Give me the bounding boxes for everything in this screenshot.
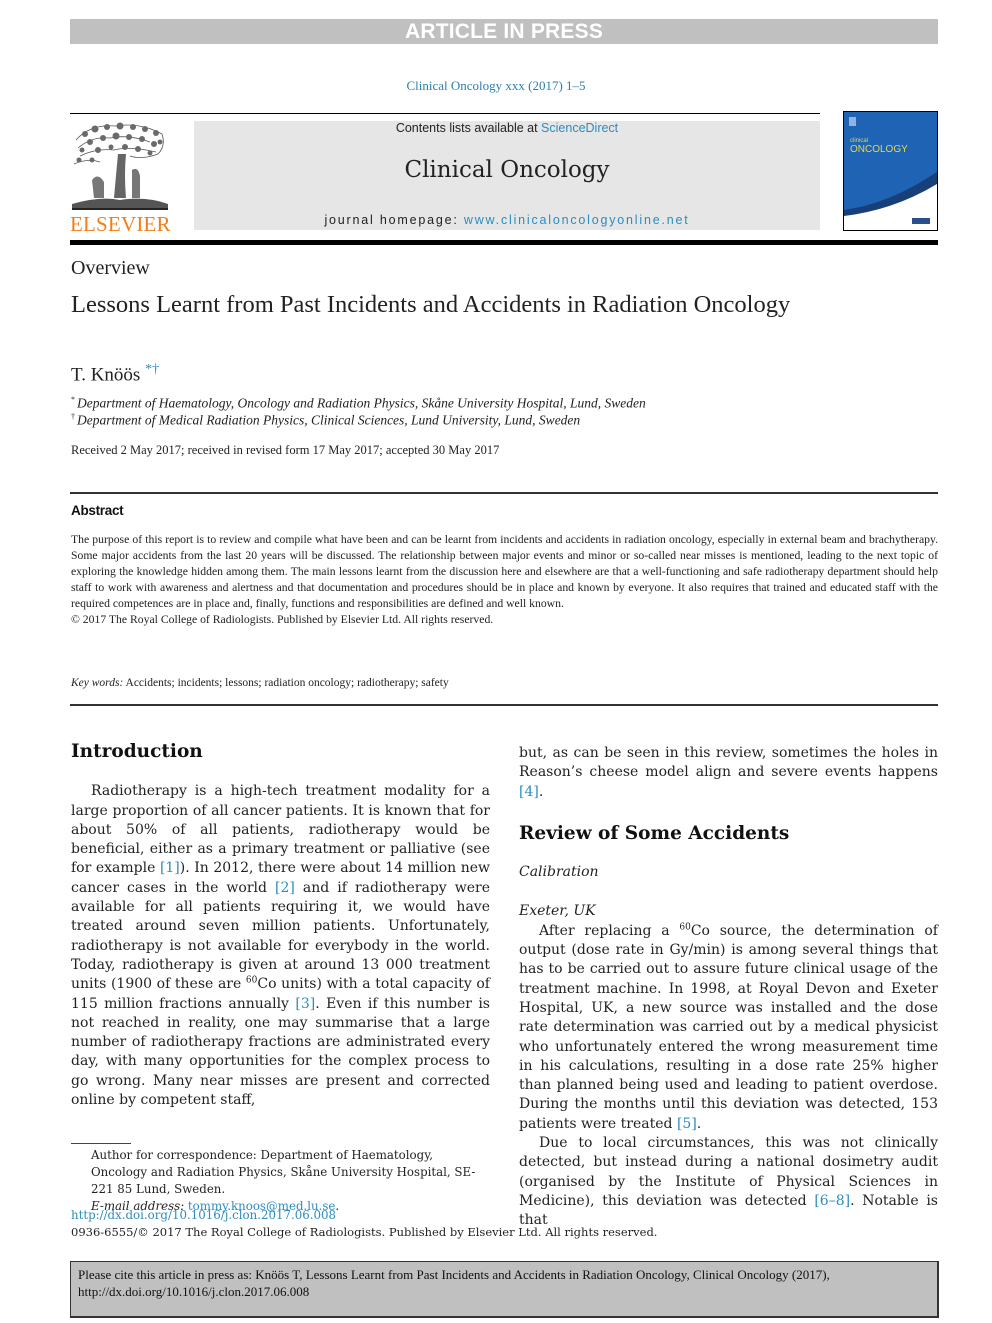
text-run: . Even if this number is not reached in … <box>71 995 490 1109</box>
reference-link-4[interactable]: [4] <box>519 784 539 800</box>
text-run: . <box>538 783 544 800</box>
audit-paragraph: Due to local circumstances, this was not… <box>519 1134 938 1230</box>
elsevier-logo[interactable]: ELSEVIER <box>70 120 171 236</box>
affiliation-text: Department of Medical Radiation Physics,… <box>77 412 581 428</box>
contents-available-line: Contents lists available at ScienceDirec… <box>194 121 820 135</box>
cover-title-large: ONCOLOGY <box>850 144 908 155</box>
left-column: Introduction Radiotherapy is a high-tech… <box>71 742 490 1110</box>
keywords-label: Key words: <box>71 677 124 689</box>
exeter-paragraph: After replacing a 60Co source, the deter… <box>519 922 938 1134</box>
abstract-body: The purpose of this report is to review … <box>71 532 938 628</box>
exeter-subheading: Exeter, UK <box>519 903 596 920</box>
citation-text: Please cite this article in press as: Kn… <box>78 1266 933 1300</box>
author-affiliation-marks[interactable]: *† <box>145 362 159 377</box>
citation-line-1: Please cite this article in press as: Kn… <box>78 1267 830 1282</box>
introduction-paragraph: Radiotherapy is a high-tech treatment mo… <box>71 782 490 1110</box>
introduction-heading: Introduction <box>71 741 203 762</box>
review-heading: Review of Some Accidents <box>519 822 790 844</box>
citation-box: Please cite this article in press as: Kn… <box>70 1261 939 1318</box>
article-type-label: Overview <box>71 257 150 279</box>
affiliation-2: † Department of Medical Radiation Physics… <box>71 412 580 429</box>
contents-prefix: Contents lists available at <box>395 121 542 135</box>
isotope-superscript: 60 <box>679 922 691 933</box>
journal-title: Clinical Oncology <box>404 157 610 183</box>
reference-link-3[interactable]: [3] <box>295 996 315 1012</box>
journal-homepage-link[interactable]: www.clinicaloncologyonline.net <box>464 213 690 227</box>
journal-reference-link[interactable]: Clinical Oncology xxx (2017) 1–5 <box>0 78 992 94</box>
keywords-line: Key words: Accidents; incidents; lessons… <box>71 677 449 689</box>
reference-link-1[interactable]: [1] <box>160 860 180 876</box>
keywords-list: Accidents; incidents; lessons; radiation… <box>123 677 449 689</box>
header-top-rule <box>70 113 820 114</box>
article-in-press-banner: ARTICLE IN PRESS <box>70 19 938 44</box>
sciencedirect-link[interactable]: ScienceDirect <box>541 121 618 135</box>
correspondence-text: Author for correspondence: Department of… <box>71 1147 490 1198</box>
journal-homepage-line: journal homepage: www.clinicaloncologyon… <box>194 213 820 227</box>
reference-link-2[interactable]: [2] <box>275 880 295 896</box>
affiliation-mark: † <box>71 412 75 421</box>
reference-link-6-8[interactable]: [6–8] <box>814 1193 850 1209</box>
journal-header-box: Contents lists available at ScienceDirec… <box>194 121 820 230</box>
abstract-copyright: © 2017 The Royal College of Radiologists… <box>71 613 494 626</box>
citation-line-2[interactable]: http://dx.doi.org/10.1016/j.clon.2017.06… <box>78 1283 933 1300</box>
isotope-superscript: 60 <box>245 975 258 986</box>
text-run: Co source, the determination of output (… <box>519 922 938 1132</box>
abstract-heading: Abstract <box>71 503 124 518</box>
journal-cover-art: clinical ONCOLOGY <box>844 112 937 230</box>
right-column: but, as can be seen in this review, some… <box>519 744 938 1231</box>
affiliation-text: Department of Haematology, Oncology and … <box>77 395 646 411</box>
text-run: but, as can be seen in this review, some… <box>519 745 938 781</box>
journal-cover-thumbnail[interactable]: clinical ONCOLOGY <box>843 111 938 231</box>
abstract-bottom-rule <box>70 704 938 706</box>
text-run: Author for correspondence: Department of… <box>91 1148 476 1196</box>
affiliation-mark: * <box>71 395 75 404</box>
abstract-top-rule <box>70 492 938 494</box>
author-name: T. Knöös <box>71 364 141 386</box>
header-thick-rule <box>70 240 938 245</box>
text-run: After replacing a <box>539 922 680 939</box>
elsevier-tree-icon <box>72 122 168 210</box>
doi-link[interactable]: http://dx.doi.org/10.1016/j.clon.2017.06… <box>71 1208 336 1222</box>
correspondence-footnote: Author for correspondence: Department of… <box>71 1147 490 1215</box>
issn-copyright-line: 0936-6555/© 2017 The Royal College of Ra… <box>71 1225 658 1239</box>
received-dates: Received 2 May 2017; received in revised… <box>71 443 500 457</box>
homepage-prefix: journal homepage: <box>324 213 464 227</box>
footnote-rule <box>71 1143 131 1144</box>
calibration-subheading: Calibration <box>519 864 599 881</box>
elsevier-wordmark: ELSEVIER <box>70 212 171 236</box>
affiliation-1: * Department of Haematology, Oncology and… <box>71 395 646 412</box>
article-title: Lessons Learnt from Past Incidents and A… <box>71 291 791 318</box>
abstract-text: The purpose of this report is to review … <box>71 533 938 610</box>
reference-link-5[interactable]: [5] <box>677 1116 697 1132</box>
author-line: T. Knöös *† <box>71 362 159 386</box>
continued-paragraph: but, as can be seen in this review, some… <box>519 744 938 802</box>
text-run: . <box>696 1115 702 1132</box>
